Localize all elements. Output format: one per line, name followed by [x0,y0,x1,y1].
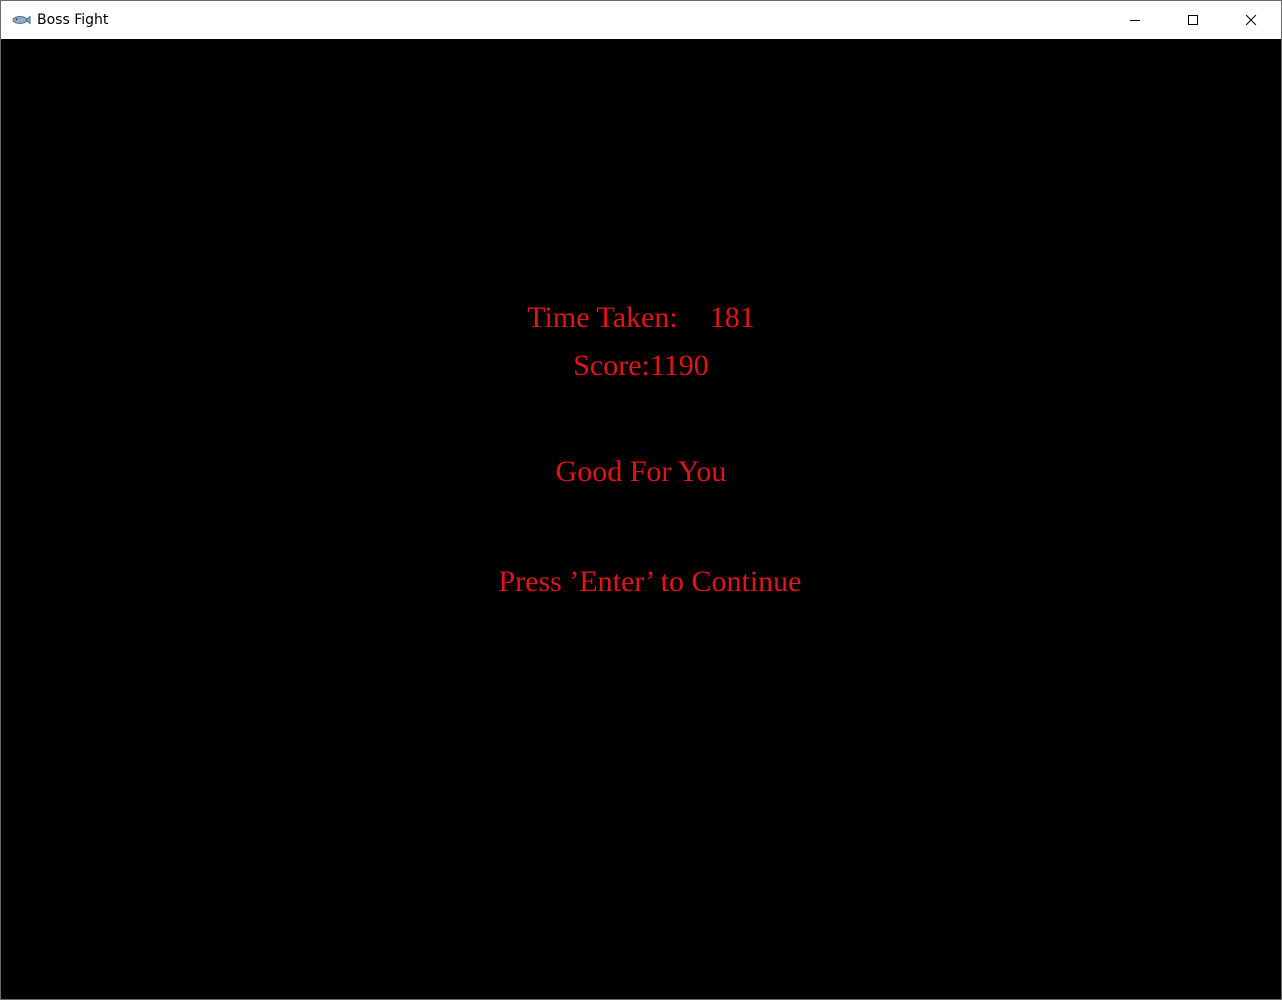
fish-icon [11,12,31,26]
game-window: Boss Fight Time Taken: 181 Score:1190 Go… [0,0,1282,1000]
time-taken-value: 181 [709,301,755,334]
score-value: 1190 [649,349,709,382]
minimize-button[interactable] [1112,1,1158,39]
time-taken-label: Time Taken: [527,301,678,334]
close-button[interactable] [1228,1,1274,39]
result-message: Good For You [555,455,727,488]
maximize-button[interactable] [1170,1,1216,39]
window-title: Boss Fight [37,12,109,28]
score-label: Score: [573,349,650,382]
minimize-icon [1129,11,1141,30]
close-icon [1245,11,1257,30]
continue-prompt: Press ’Enter’ to Continue [498,565,802,598]
game-screen[interactable]: Time Taken: 181 Score:1190 Good For You P… [1,39,1281,999]
time-taken-line: Time Taken: 181 [1,301,1281,335]
score-line: Score:1190 [1,349,1281,383]
maximize-icon [1187,11,1199,30]
title-bar[interactable]: Boss Fight [1,1,1281,39]
